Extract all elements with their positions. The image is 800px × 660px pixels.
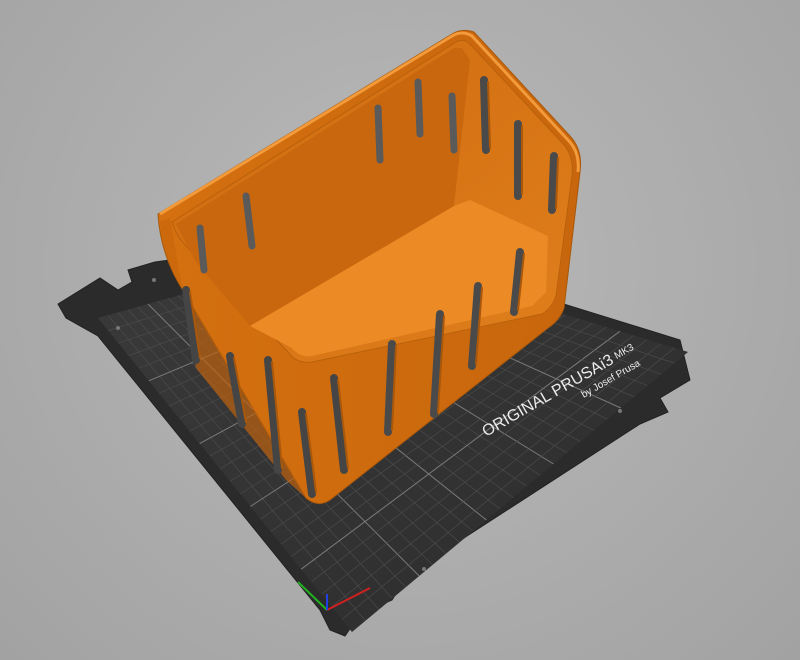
slot-opening xyxy=(384,340,396,436)
slot-opening xyxy=(480,76,490,154)
slot-opening xyxy=(374,104,384,164)
slot-opening xyxy=(448,92,458,154)
slot-opening xyxy=(196,224,208,274)
slot-opening xyxy=(414,78,424,138)
3d-scene[interactable]: ORIGINAL PRUSA i3 MK3 by Josef Prusa xyxy=(0,0,800,660)
3d-viewport[interactable]: ORIGINAL PRUSA i3 MK3 by Josef Prusa xyxy=(0,0,800,660)
slot-opening xyxy=(548,152,558,214)
